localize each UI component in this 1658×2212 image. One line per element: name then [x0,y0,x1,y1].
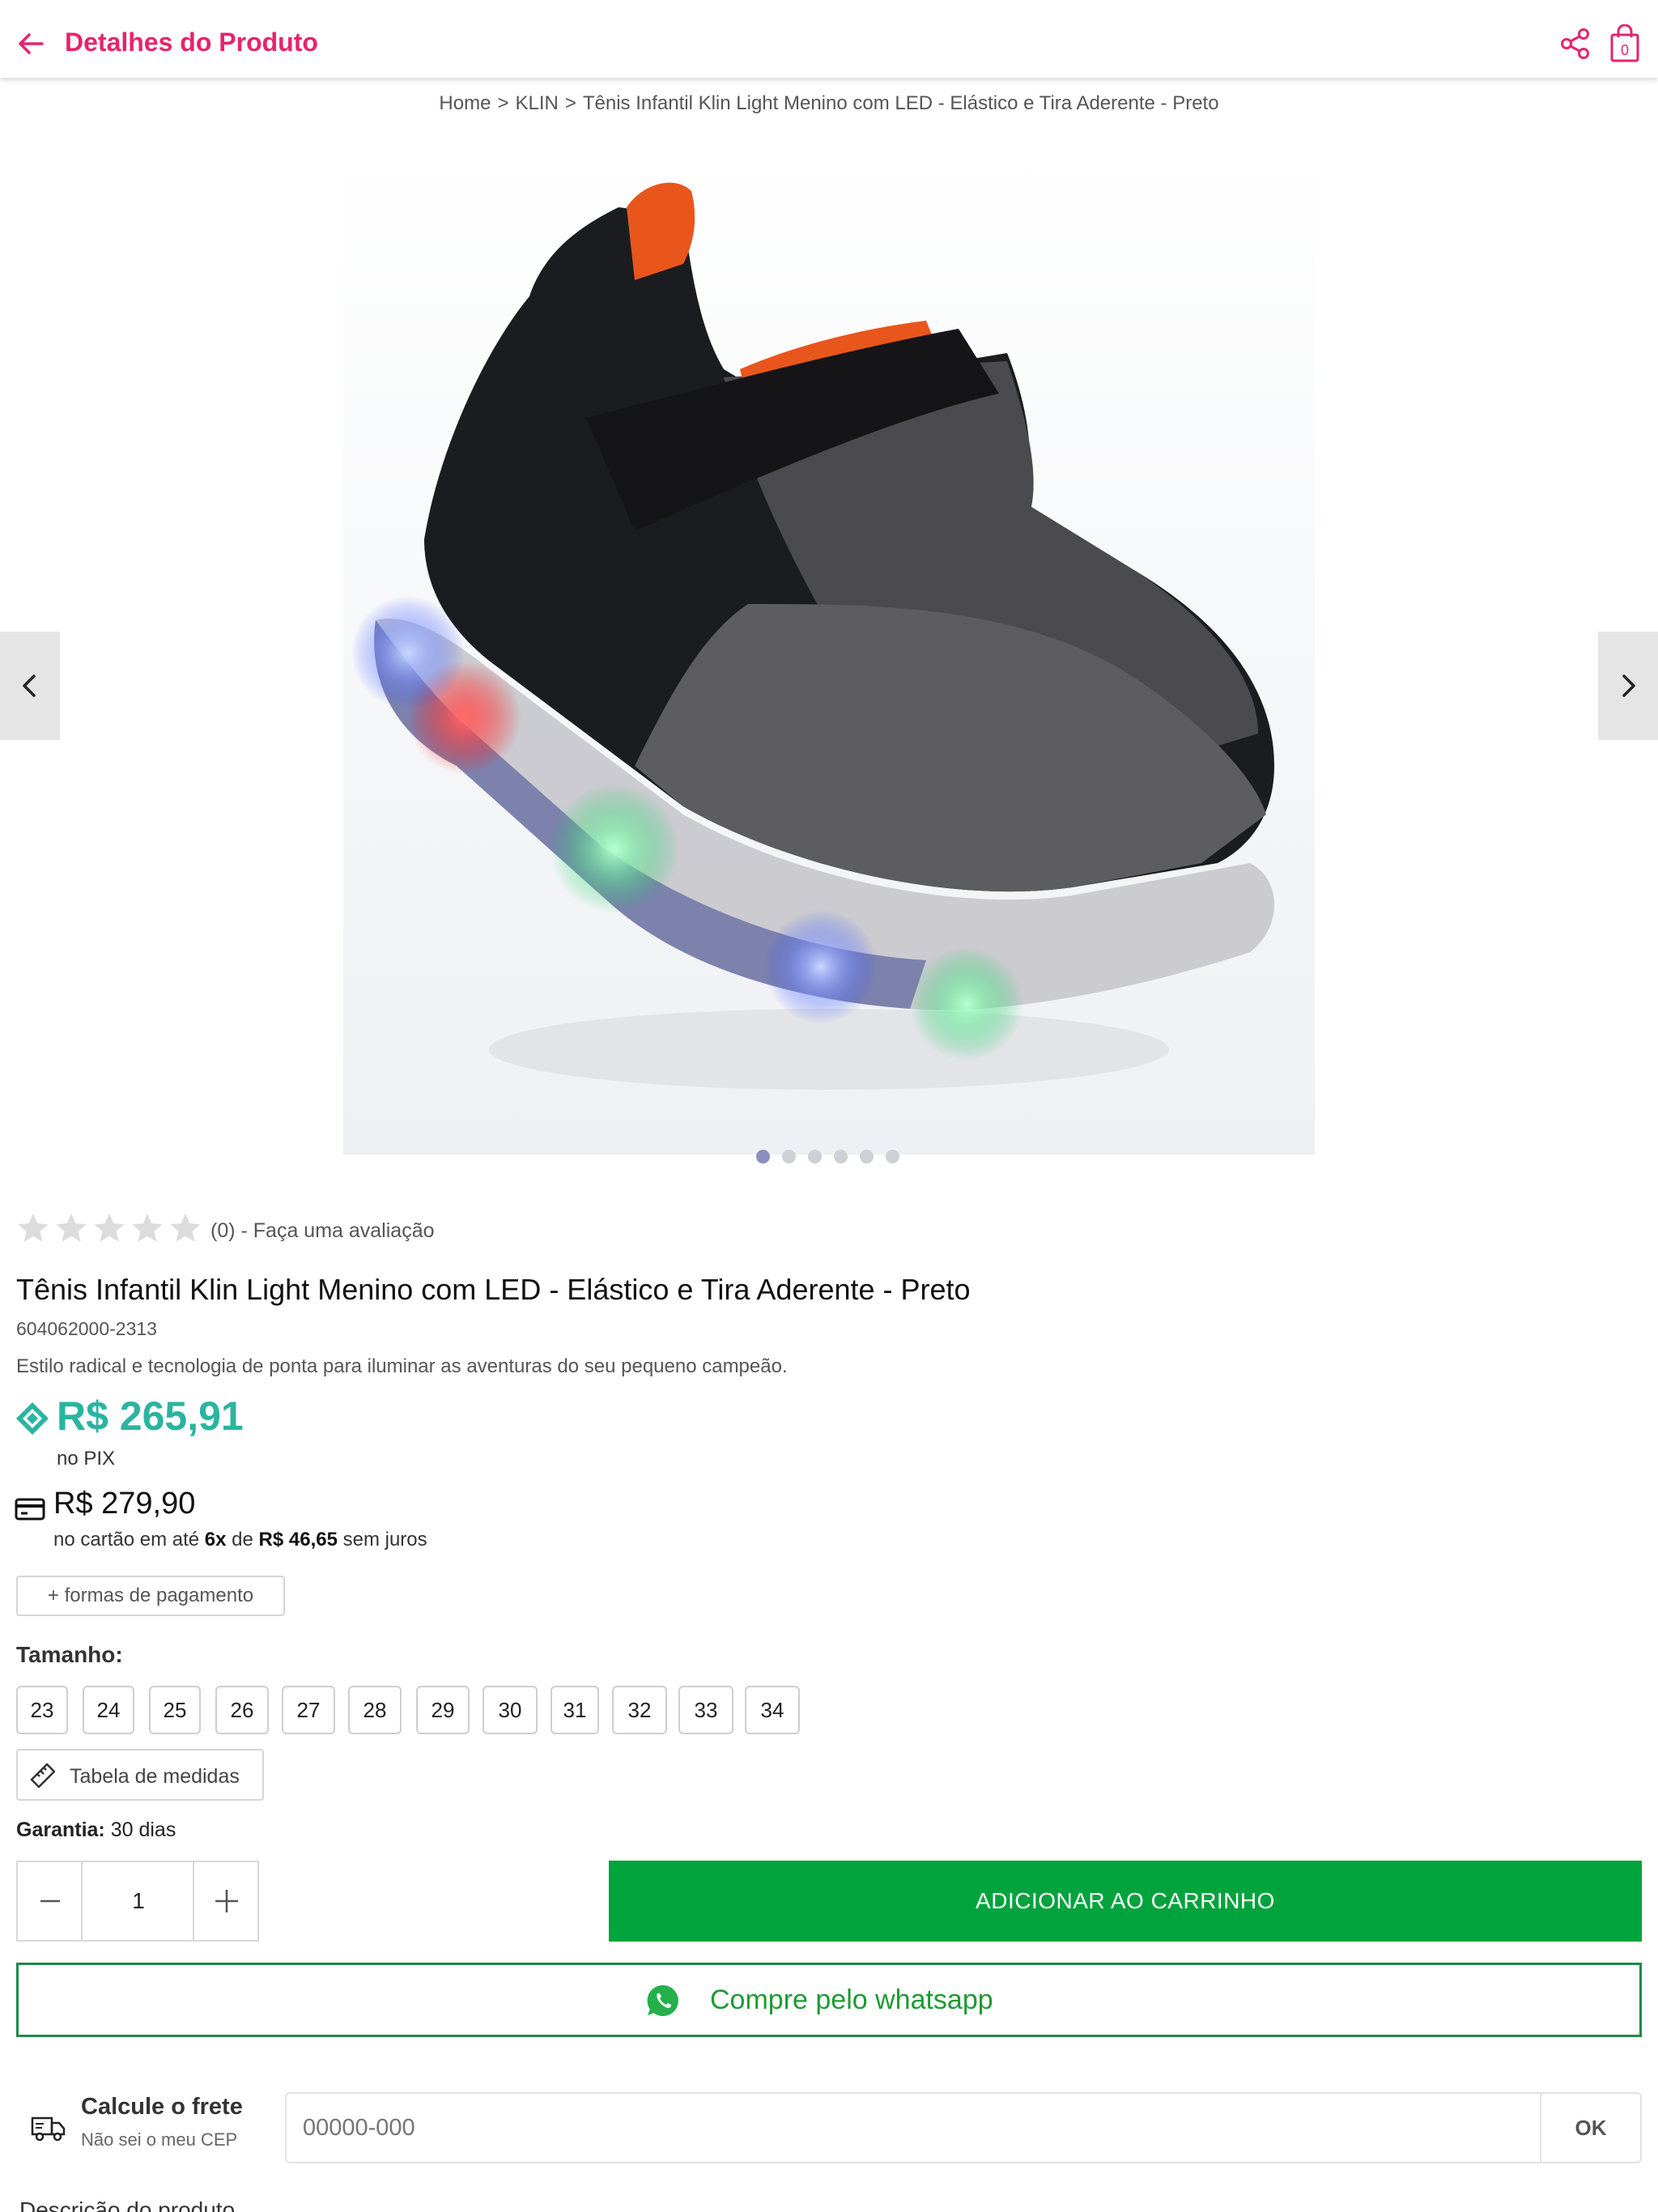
quantity-stepper: 1 [16,1861,259,1942]
breadcrumb-separator: > [497,92,509,114]
whatsapp-buy-button[interactable]: Compre pelo whatsapp [16,1963,1642,2037]
star-icon[interactable] [16,1211,50,1245]
size-option[interactable]: 31 [551,1686,599,1734]
pagination-dot[interactable] [886,1150,899,1163]
product-sku: 604062000-2313 [16,1318,157,1339]
pagination-dot[interactable] [808,1150,822,1163]
ruler-icon [29,1762,57,1789]
size-option[interactable]: 25 [149,1686,201,1734]
size-label: Tamanho: [16,1642,123,1667]
pagination-dot[interactable] [860,1150,874,1163]
description-section-title[interactable]: Descrição do produto [19,2197,235,2212]
gallery-prev-button[interactable] [0,632,60,740]
svg-text:0: 0 [1621,42,1629,58]
product-name: Tênis Infantil Klin Light Menino com LED… [16,1273,971,1306]
product-short-description: Estilo radical e tecnologia de ponta par… [16,1355,788,1377]
breadcrumb-separator: > [564,92,576,114]
pix-icon [15,1401,50,1436]
page-title: Detalhes do Produto [65,28,318,57]
size-chart-label: Tabela de medidas [70,1765,240,1788]
payment-methods-button[interactable]: + formas de pagamento [16,1576,285,1616]
increase-quantity-button[interactable] [193,1862,257,1940]
credit-card-icon [15,1496,47,1522]
add-to-cart-button[interactable]: ADICIONAR AO CARRINHO [609,1861,1642,1942]
gallery-next-button[interactable] [1598,632,1658,740]
share-icon[interactable] [1559,28,1592,60]
star-icon[interactable] [92,1211,126,1245]
card-price: R$ 279,90 [53,1487,196,1521]
breadcrumb-home[interactable]: Home [439,92,491,114]
decrease-quantity-button[interactable] [18,1862,83,1940]
pagination-dot[interactable] [756,1150,770,1163]
size-option[interactable]: 34 [745,1686,800,1734]
size-option[interactable]: 30 [483,1686,538,1734]
size-option[interactable]: 33 [678,1686,733,1734]
calculate-shipping-button[interactable]: OK [1540,2094,1640,2162]
shipping-title: Calcule o frete [81,2094,243,2120]
size-option[interactable]: 23 [16,1686,68,1734]
cep-input[interactable] [303,2094,1517,2162]
size-option[interactable]: 27 [282,1686,335,1734]
size-option[interactable]: 29 [416,1686,470,1734]
size-selector: 23 24 25 26 27 28 29 30 31 32 33 34 [16,1686,907,1736]
pagination-dot[interactable] [834,1150,848,1163]
shopping-bag-icon[interactable]: 0 [1609,23,1640,63]
star-icon[interactable] [130,1211,164,1245]
pagination-dot[interactable] [782,1150,796,1163]
size-option[interactable]: 28 [348,1686,402,1734]
cep-form: OK [285,2092,1642,2163]
back-arrow-icon[interactable] [15,28,47,60]
star-icon[interactable] [168,1211,202,1245]
quantity-value[interactable]: 1 [84,1862,193,1940]
whatsapp-label: Compre pelo whatsapp [710,1984,993,2015]
top-app-bar: Detalhes do Produto 0 [0,0,1658,78]
pix-label: no PIX [57,1448,116,1470]
breadcrumb-current: Tênis Infantil Klin Light Menino com LED… [582,92,1219,114]
unknown-cep-link[interactable]: Não sei o meu CEP [81,2129,237,2150]
star-icon[interactable] [54,1211,88,1245]
warranty-info: Garantia: 30 dias [16,1819,176,1841]
size-chart-button[interactable]: Tabela de medidas [16,1749,264,1801]
breadcrumb-brand[interactable]: KLIN [515,92,558,114]
whatsapp-icon [645,1983,681,2018]
size-option[interactable]: 32 [612,1686,667,1734]
breadcrumb: Home > KLIN > Tênis Infantil Klin Light Meni… [0,92,1658,115]
size-option[interactable]: 24 [83,1686,134,1734]
size-option[interactable]: 26 [215,1686,269,1734]
review-link[interactable]: (0) - Faça uma avaliação [210,1219,435,1243]
product-image[interactable] [343,151,1315,1155]
installments-text: no cartão em até 6x de R$ 46,65 sem juro… [53,1529,427,1551]
pix-price: R$ 265,91 [57,1393,244,1439]
truck-icon [31,2113,66,2142]
